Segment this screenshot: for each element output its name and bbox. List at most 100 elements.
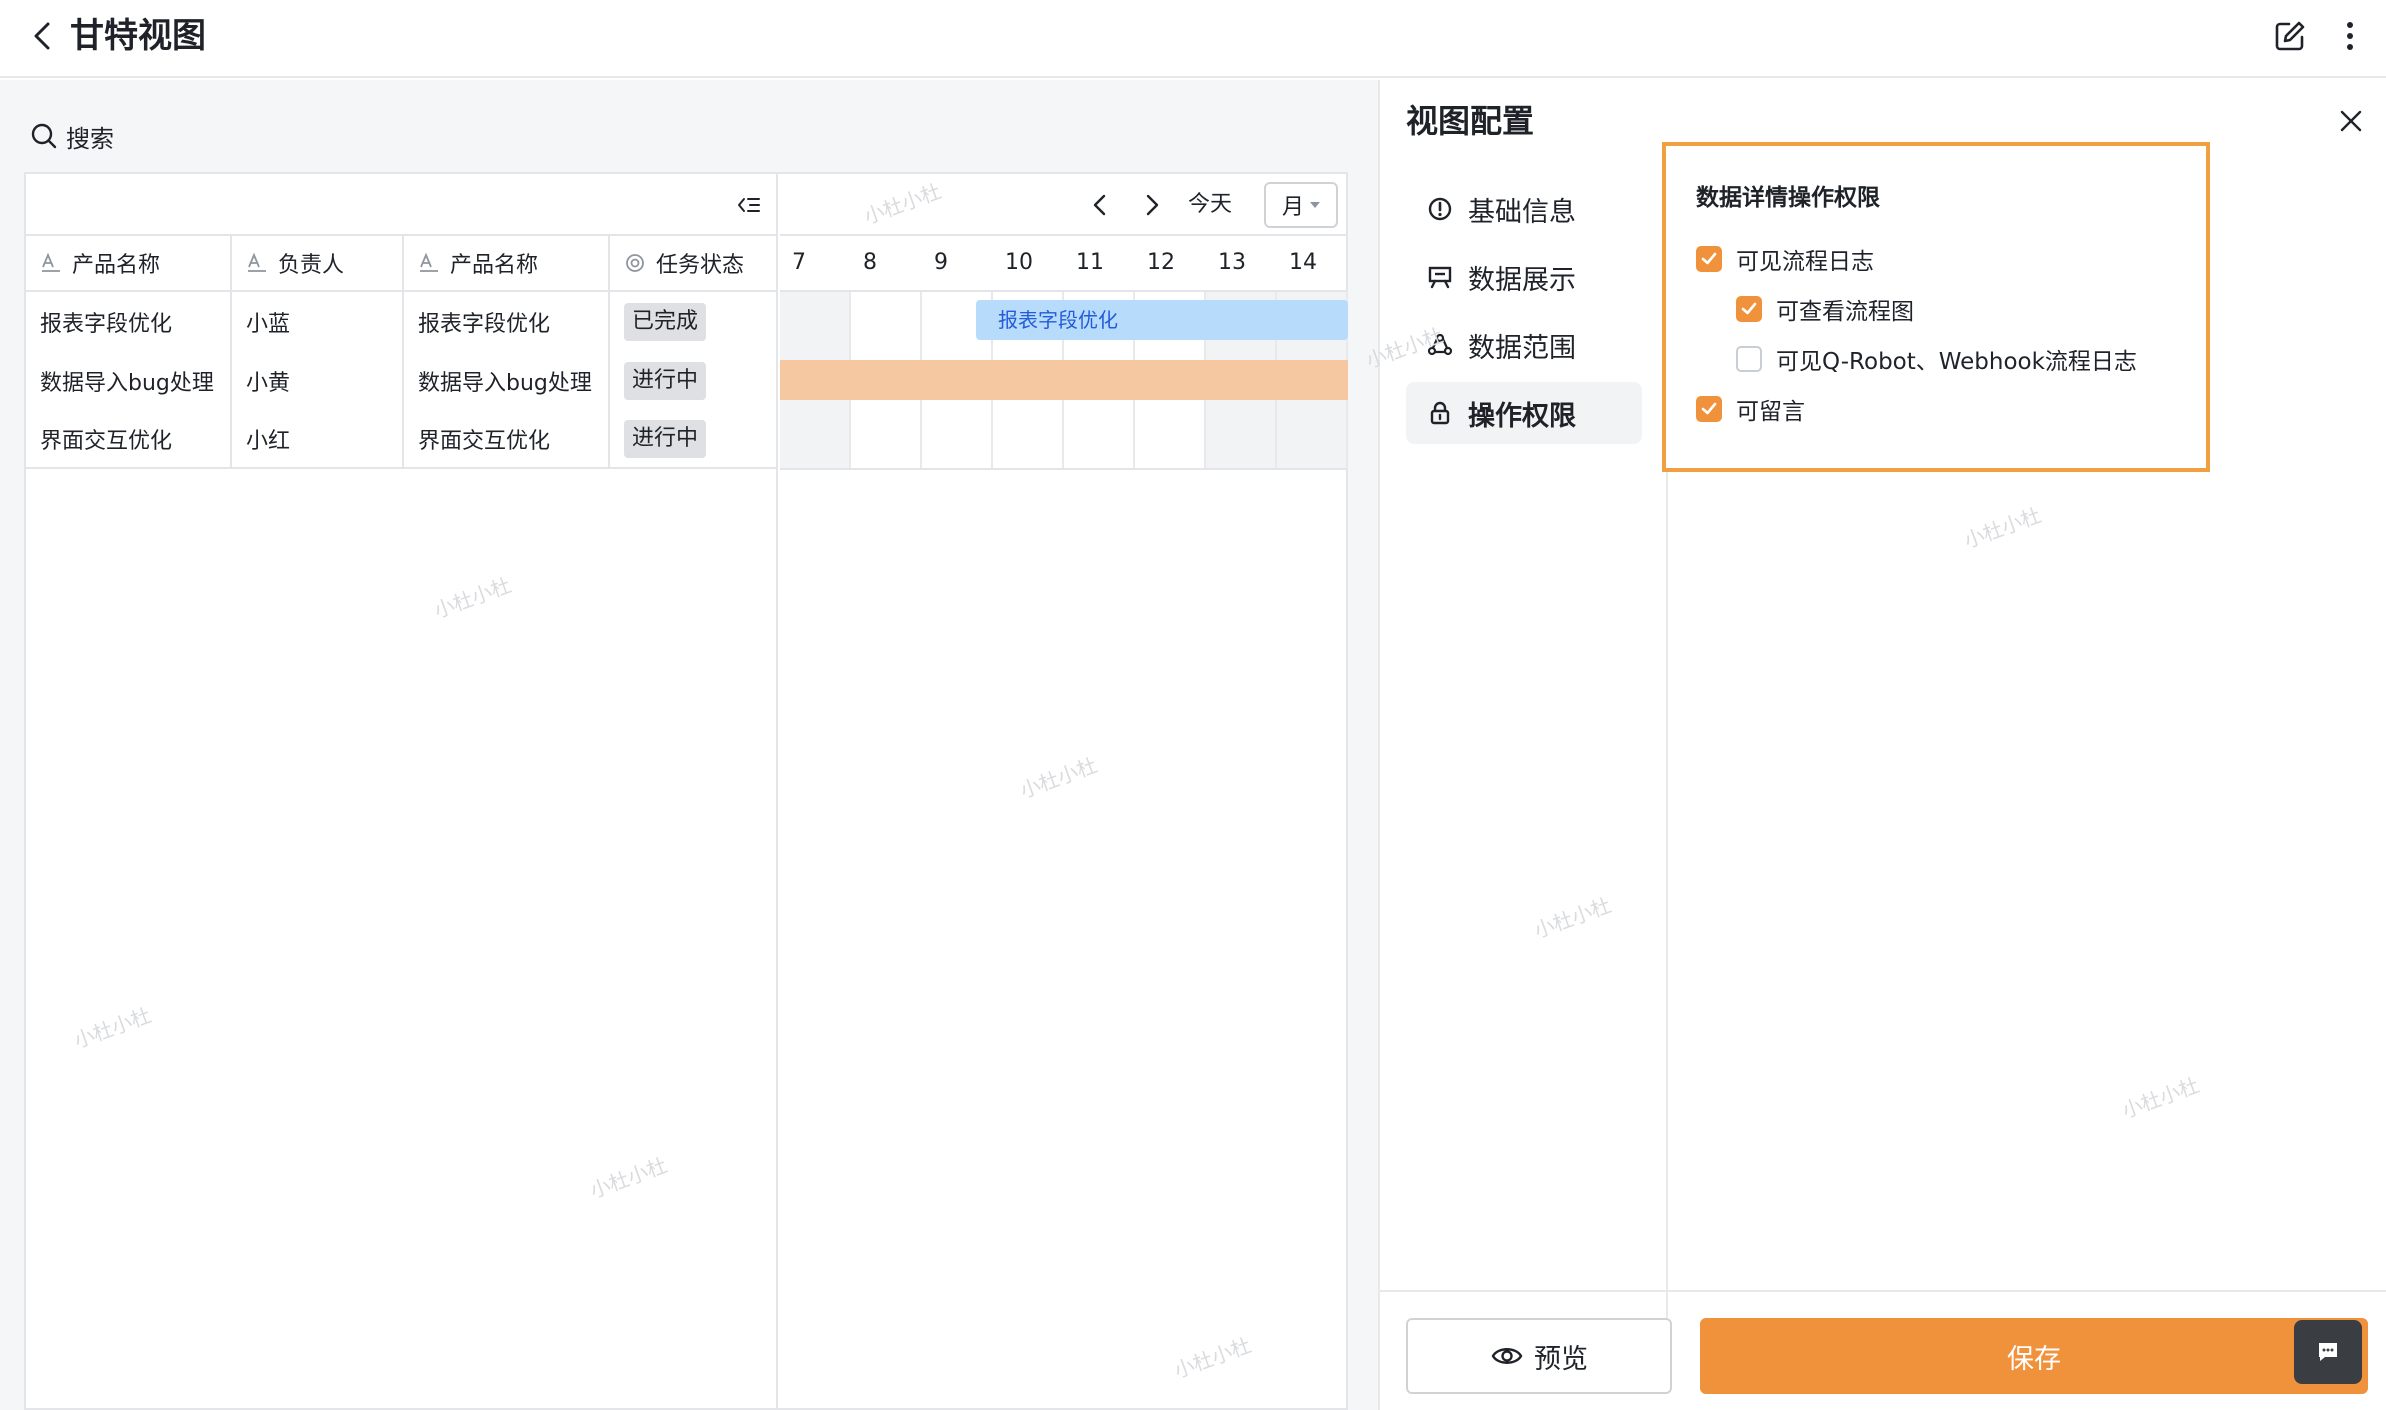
gantt-card: 产品名称 负责人 产品名称 任务状态 报表字段优化 小蓝 报表字段优化 已完成 …	[24, 172, 1348, 1410]
menu-item-permissions[interactable]: 操作权限	[1406, 382, 1642, 444]
column-header-status[interactable]: 任务状态	[610, 236, 778, 290]
permission-label: 可见Q-Robot、Webhook流程日志	[1776, 349, 2137, 375]
cell-product-2[interactable]: 界面交互优化	[404, 410, 610, 467]
preview-label: 预览	[1534, 1343, 1588, 1375]
permission-option[interactable]: 可留言	[1696, 392, 1805, 426]
check-icon	[1701, 402, 1717, 415]
checkbox-unchecked[interactable]	[1736, 346, 1762, 372]
check-icon	[1741, 302, 1757, 315]
cell-status[interactable]: 进行中	[610, 351, 778, 410]
day-label: 8	[863, 250, 877, 275]
table-row[interactable]: 界面交互优化 小红 界面交互优化 进行中	[26, 410, 778, 469]
text-field-icon	[248, 252, 266, 272]
time-scale-value: 月	[1281, 195, 1304, 220]
permission-label: 可见流程日志	[1736, 249, 1874, 275]
collapse-list-icon[interactable]	[736, 192, 762, 218]
back-arrow-icon[interactable]	[28, 18, 56, 54]
menu-item-data-scope[interactable]: 数据范围	[1406, 314, 1642, 376]
close-icon[interactable]	[2338, 108, 2364, 134]
search-icon	[31, 123, 57, 149]
text-field-icon	[42, 252, 60, 272]
checkbox-checked[interactable]	[1736, 296, 1762, 322]
checkbox-checked[interactable]	[1696, 396, 1722, 422]
status-badge: 已完成	[624, 302, 707, 341]
status-badge: 进行中	[624, 361, 707, 400]
cell-product-2[interactable]: 数据导入bug处理	[404, 351, 610, 410]
config-menu: 基础信息 数据展示 数据范围 操作权限	[1406, 178, 1642, 450]
chat-button[interactable]	[2294, 1320, 2362, 1384]
text-field-icon	[420, 252, 438, 272]
day-label: 14	[1289, 250, 1317, 275]
chevron-left-icon[interactable]	[1088, 192, 1112, 218]
menu-item-basic-info[interactable]: 基础信息	[1406, 178, 1642, 240]
cell-product[interactable]: 界面交互优化	[26, 410, 232, 467]
day-label: 13	[1218, 250, 1246, 275]
search-bar[interactable]: 搜索	[30, 116, 114, 156]
today-button[interactable]: 今天	[1188, 188, 1232, 222]
permission-option[interactable]: 可见流程日志	[1696, 242, 1874, 276]
lock-icon	[1430, 401, 1450, 425]
gantt-view-area: 搜索 产品名称 负责人 产品名称 任务状态 报表字段优化 小蓝 报表字段优化 已…	[0, 80, 1378, 1410]
timeline-nav: 今天 月	[780, 174, 1348, 234]
menu-item-data-display[interactable]: 数据展示	[1406, 246, 1642, 308]
task-table: 产品名称 负责人 产品名称 任务状态 报表字段优化 小蓝 报表字段优化 已完成 …	[26, 174, 778, 1408]
cell-owner[interactable]: 小蓝	[232, 292, 404, 351]
permission-option[interactable]: 可见Q-Robot、Webhook流程日志	[1736, 342, 2137, 376]
menu-item-label: 数据展示	[1468, 264, 1576, 296]
permission-label: 可留言	[1736, 399, 1805, 425]
check-icon	[1701, 252, 1717, 265]
more-vertical-icon[interactable]	[2336, 18, 2364, 54]
watermark: 小杜小杜	[1960, 502, 2045, 553]
day-label: 11	[1076, 250, 1104, 275]
message-icon	[2319, 1343, 2337, 1361]
column-header-product[interactable]: 产品名称	[26, 236, 232, 290]
column-header-label: 产品名称	[450, 253, 539, 278]
config-title: 视图配置	[1406, 102, 1535, 140]
search-label: 搜索	[66, 124, 114, 153]
cell-status[interactable]: 进行中	[610, 410, 778, 467]
save-button[interactable]: 保存	[1700, 1318, 2368, 1394]
menu-item-label: 基础信息	[1468, 196, 1576, 228]
single-select-icon	[626, 254, 644, 272]
permissions-title: 数据详情操作权限	[1696, 185, 1880, 211]
table-header: 产品名称 负责人 产品名称 任务状态	[26, 234, 778, 292]
eye-icon	[1491, 1348, 1523, 1364]
task-bar-blue[interactable]: 报表字段优化	[976, 300, 1348, 340]
preview-button[interactable]: 预览	[1406, 1318, 1672, 1394]
cell-product-2[interactable]: 报表字段优化	[404, 292, 610, 351]
menu-item-label: 操作权限	[1468, 400, 1576, 432]
display-icon	[1428, 266, 1452, 289]
column-header-owner[interactable]: 负责人	[232, 236, 404, 290]
cell-product[interactable]: 报表字段优化	[26, 292, 232, 351]
column-header-label: 任务状态	[656, 253, 745, 278]
task-bar-orange[interactable]	[780, 360, 1348, 400]
page-title: 甘特视图	[70, 16, 206, 56]
watermark: 小杜小杜	[1530, 892, 1615, 943]
gantt-timeline: 今天 月 7 8 9 10 11 12 13 14 报表字段优化	[780, 174, 1348, 1408]
edit-icon[interactable]	[2272, 18, 2308, 54]
permissions-section: 数据详情操作权限 可见流程日志 可查看流程图 可见Q-Robot、Webhook…	[1662, 142, 2210, 472]
table-row[interactable]: 报表字段优化 小蓝 报表字段优化 已完成	[26, 292, 778, 351]
day-label: 10	[1005, 250, 1033, 275]
cell-owner[interactable]: 小黄	[232, 351, 404, 410]
watermark: 小杜小杜	[2118, 1072, 2203, 1123]
scope-icon	[1427, 333, 1453, 356]
info-circle-icon	[1428, 197, 1452, 221]
chevron-right-icon[interactable]	[1140, 192, 1164, 218]
time-scale-select[interactable]: 月	[1264, 182, 1338, 228]
status-badge: 进行中	[624, 419, 707, 458]
cell-product[interactable]: 数据导入bug处理	[26, 351, 232, 410]
checkbox-checked[interactable]	[1696, 246, 1722, 272]
table-body: 报表字段优化 小蓝 报表字段优化 已完成 数据导入bug处理 小黄 数据导入bu…	[26, 292, 778, 469]
permission-option[interactable]: 可查看流程图	[1736, 292, 1914, 326]
view-config-panel: 视图配置 基础信息 数据展示 数据范围 操作权限 数据详情操作权限 可见流程日志	[1363, 80, 2386, 1410]
column-header-product-2[interactable]: 产品名称	[404, 236, 610, 290]
day-header: 7 8 9 10 11 12 13 14	[780, 234, 1348, 292]
day-label: 12	[1147, 250, 1175, 275]
caret-down-icon	[1310, 202, 1320, 208]
cell-status[interactable]: 已完成	[610, 292, 778, 351]
table-row[interactable]: 数据导入bug处理 小黄 数据导入bug处理 进行中	[26, 351, 778, 410]
cell-owner[interactable]: 小红	[232, 410, 404, 467]
config-footer: 预览 保存	[1380, 1290, 2386, 1410]
menu-item-label: 数据范围	[1468, 332, 1576, 364]
